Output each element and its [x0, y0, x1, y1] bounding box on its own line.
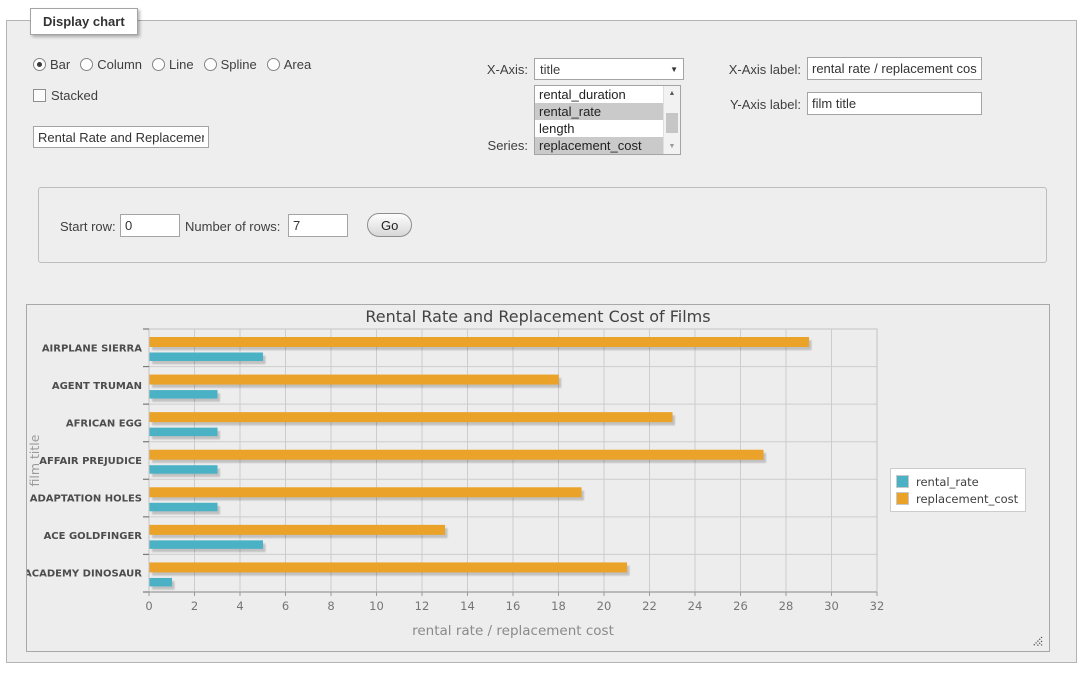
legend-item-replacement_cost: replacement_cost: [896, 490, 1018, 507]
xtick-label: 24: [688, 599, 703, 613]
xtick-label: 14: [460, 599, 475, 613]
bar-rental_rate-5: [150, 540, 264, 549]
xtick-label: 12: [415, 599, 430, 613]
x-axis-label-label: X-Axis label:: [625, 62, 801, 77]
bar-replacement_cost-1: [150, 375, 559, 385]
number-of-rows-input[interactable]: [288, 214, 348, 237]
chart-title: Rental Rate and Replacement Cost of Film…: [365, 307, 710, 326]
scroll-down-icon[interactable]: ▼: [664, 139, 680, 154]
xtick-label: 30: [824, 599, 839, 613]
radio-icon[interactable]: [80, 58, 93, 71]
bar-replacement_cost-4: [150, 487, 582, 497]
ytick-label: ADAPTATION HOLES: [30, 494, 142, 505]
xtick-label: 0: [145, 599, 152, 613]
bar-replacement_cost-5: [150, 525, 446, 535]
chart-type-radio-group: Bar Column Line Spline Area: [33, 57, 321, 72]
xtick-label: 22: [642, 599, 657, 613]
bar-rental_rate-1: [150, 390, 218, 399]
bar-replacement_cost-6: [150, 562, 628, 572]
chart-area: Rental Rate and Replacement Cost of Film…: [26, 304, 1050, 652]
radio-label: Area: [284, 57, 311, 72]
radio-icon[interactable]: [204, 58, 217, 71]
display-chart-fieldset: Display chart BarColumnLineSplineArea St…: [6, 20, 1077, 663]
x-axis-title: rental rate / replacement cost: [412, 623, 614, 639]
legend-label: replacement_cost: [916, 492, 1018, 506]
chart-type-line[interactable]: Line: [152, 57, 194, 72]
series-label: Series:: [427, 138, 528, 153]
chart-legend: rental_rate replacement_cost: [890, 468, 1026, 512]
chart-type-column[interactable]: Column: [80, 57, 142, 72]
scrollbar-thumb[interactable]: [666, 113, 678, 133]
ytick-label: ACE GOLDFINGER: [44, 531, 143, 542]
stacked-label: Stacked: [51, 88, 98, 103]
xtick-label: 26: [733, 599, 748, 613]
go-button[interactable]: Go: [367, 213, 412, 237]
rows-panel: Start row: Number of rows: Go: [38, 187, 1047, 263]
chart-type-bar[interactable]: Bar: [33, 57, 70, 72]
radio-label: Column: [97, 57, 142, 72]
bar-replacement_cost-0: [150, 337, 810, 347]
radio-label: Bar: [50, 57, 70, 72]
xtick-label: 18: [551, 599, 566, 613]
ytick-label: AIRPLANE SIERRA: [42, 343, 142, 354]
ytick-label: AFFAIR PREJUDICE: [39, 456, 142, 467]
bar-rental_rate-3: [150, 465, 218, 474]
legend-label: rental_rate: [916, 475, 979, 489]
legend-item-rental_rate: rental_rate: [896, 473, 1018, 490]
chart-title-input[interactable]: [33, 126, 209, 148]
chart-type-area[interactable]: Area: [267, 57, 311, 72]
x-axis-label-input[interactable]: [807, 57, 982, 80]
legend-swatch: [896, 492, 909, 505]
bar-rental_rate-0: [150, 353, 264, 362]
number-of-rows-label: Number of rows:: [185, 219, 280, 234]
ytick-label: AGENT TRUMAN: [52, 381, 142, 392]
y-axis-label-label: Y-Axis label:: [625, 97, 801, 112]
legend-swatch: [896, 475, 909, 488]
radio-icon[interactable]: [267, 58, 280, 71]
xtick-label: 2: [191, 599, 198, 613]
xtick-label: 8: [327, 599, 334, 613]
radio-icon[interactable]: [33, 58, 46, 71]
bar-rental_rate-6: [150, 578, 173, 587]
start-row-input[interactable]: [120, 214, 180, 237]
bar-rental_rate-2: [150, 428, 218, 437]
xtick-label: 32: [870, 599, 885, 613]
xtick-label: 16: [506, 599, 521, 613]
xtick-label: 20: [597, 599, 612, 613]
x-axis-label: X-Axis:: [427, 62, 528, 77]
resize-handle-icon[interactable]: [1031, 635, 1043, 647]
y-axis-title: film title: [27, 434, 42, 486]
radio-label: Spline: [221, 57, 257, 72]
ytick-label: AFRICAN EGG: [66, 418, 142, 429]
bar-replacement_cost-2: [150, 412, 673, 422]
fieldset-legend: Display chart: [30, 8, 138, 35]
bar-rental_rate-4: [150, 503, 218, 512]
radio-label: Line: [169, 57, 194, 72]
radio-icon[interactable]: [152, 58, 165, 71]
series-option-length[interactable]: length: [535, 120, 663, 137]
ytick-label: ACADEMY DINOSAUR: [27, 569, 142, 580]
page: Display chart Bar Column Line Spline Area St…: [0, 0, 1081, 681]
series-option-replacement_cost[interactable]: replacement_cost: [535, 137, 663, 154]
bar-replacement_cost-3: [150, 450, 764, 460]
series-listbox[interactable]: rental_durationrental_ratelengthreplacem…: [534, 85, 681, 155]
xtick-label: 28: [779, 599, 794, 613]
xtick-label: 10: [369, 599, 384, 613]
xtick-label: 4: [236, 599, 243, 613]
x-axis-select-value: title: [540, 62, 560, 77]
xtick-label: 6: [282, 599, 289, 613]
start-row-label: Start row:: [60, 219, 116, 234]
stacked-checkbox[interactable]: [33, 89, 46, 102]
y-axis-label-input[interactable]: [807, 92, 982, 115]
stacked-row[interactable]: Stacked: [33, 88, 98, 103]
chart-type-spline[interactable]: Spline: [204, 57, 257, 72]
